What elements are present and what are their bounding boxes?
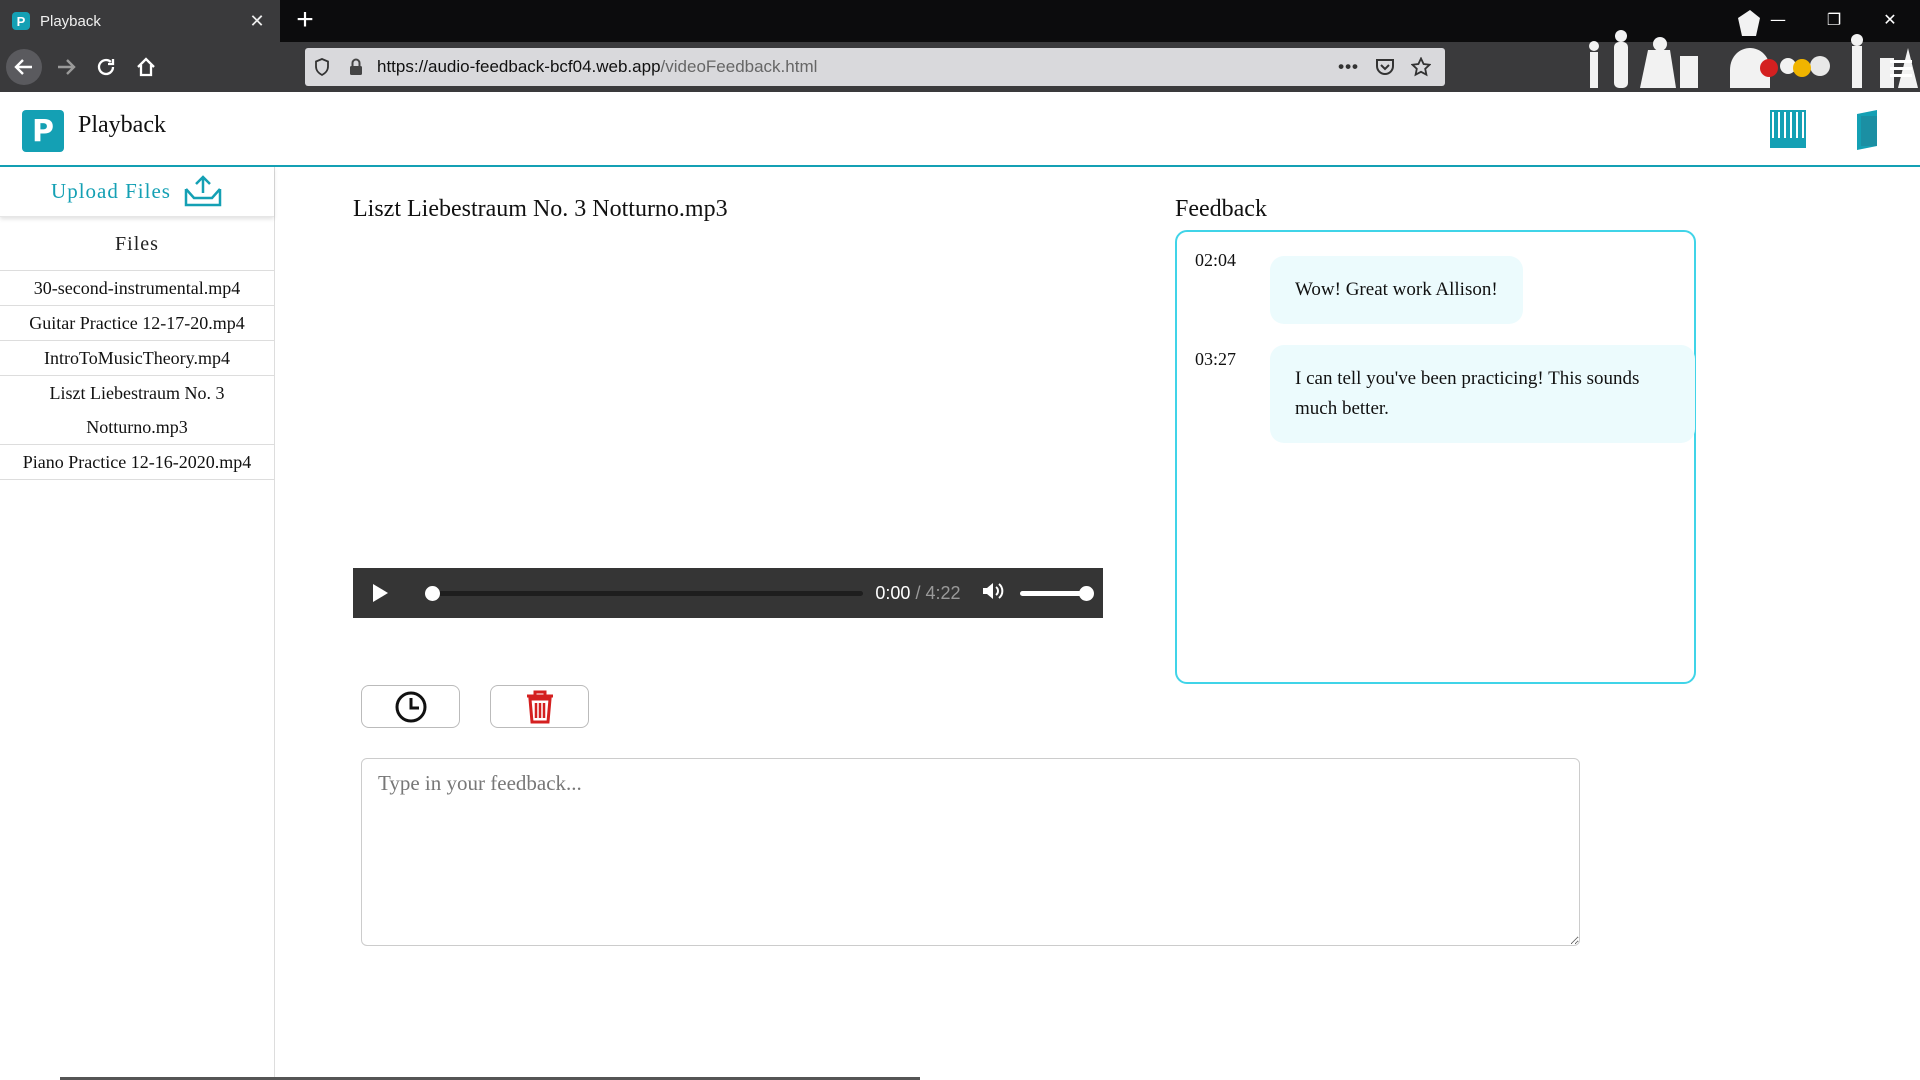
back-button[interactable] — [6, 49, 42, 85]
media-title: Liszt Liebestraum No. 3 Notturno.mp3 — [353, 196, 728, 222]
timestamp-button[interactable] — [361, 685, 460, 728]
close-tab-icon[interactable]: ✕ — [246, 11, 268, 32]
file-list-item-selected[interactable]: Liszt Liebestraum No. 3 Notturno.mp3 — [0, 376, 274, 445]
url-path: /videoFeedback.html — [660, 57, 818, 76]
time-display: 0:00 / 4:22 — [875, 583, 960, 604]
seek-bar[interactable] — [424, 585, 864, 601]
back-arrow-icon — [14, 59, 32, 75]
forward-button[interactable] — [48, 49, 84, 85]
upload-files-label: Upload Files — [51, 179, 171, 203]
feedback-comment: Wow! Great work Allison! — [1270, 256, 1523, 324]
reload-icon — [97, 58, 115, 76]
play-icon — [373, 584, 388, 602]
play-button[interactable] — [369, 578, 399, 608]
mute-button[interactable] — [981, 580, 1007, 607]
delete-button[interactable] — [490, 685, 589, 728]
feedback-timestamp[interactable]: 03:27 — [1195, 349, 1236, 370]
app-logo[interactable]: P — [22, 110, 64, 152]
shield-icon[interactable] — [305, 58, 339, 76]
upload-icon — [184, 174, 222, 206]
feedback-timestamp[interactable]: 02:04 — [1195, 250, 1236, 271]
seek-handle[interactable] — [424, 585, 440, 601]
file-list-item[interactable]: Piano Practice 12-16-2020.mp4 — [0, 445, 274, 480]
url-host: https://audio-feedback-bcf04.web.app — [377, 57, 661, 76]
piano-keys-icon[interactable] — [1770, 110, 1806, 148]
clock-icon — [395, 691, 426, 722]
new-tab-button[interactable]: + — [288, 4, 322, 38]
menu-icon[interactable] — [1890, 60, 1912, 77]
feedback-input[interactable] — [361, 758, 1580, 946]
feedback-comment: I can tell you've been practicing! This … — [1270, 345, 1695, 443]
file-list-item[interactable]: IntroToMusicTheory.mp4 — [0, 341, 274, 376]
lock-icon[interactable] — [339, 58, 373, 76]
volume-slider[interactable] — [1020, 585, 1094, 601]
notebook-icon[interactable] — [1855, 110, 1881, 150]
home-button[interactable] — [128, 49, 164, 85]
home-icon — [137, 57, 155, 77]
pocket-icon[interactable] — [1375, 57, 1395, 77]
app-title: Playback — [78, 112, 166, 138]
feedback-heading: Feedback — [1175, 196, 1267, 222]
duration: / 4:22 — [915, 582, 961, 603]
app-header: P Playback — [0, 92, 1920, 167]
upload-files-button[interactable]: Upload Files — [0, 167, 274, 217]
browser-tab[interactable]: P Playback ✕ — [0, 0, 280, 42]
volume-icon — [982, 582, 1003, 599]
volume-handle[interactable] — [1079, 585, 1094, 601]
star-icon[interactable] — [1411, 57, 1431, 77]
sidebar: Upload Files Files 30-second-instrumenta… — [0, 167, 275, 1080]
url-text[interactable]: https://audio-feedback-bcf04.web.app/vid… — [373, 57, 1338, 77]
trash-icon — [526, 690, 553, 723]
audio-player: 0:00 / 4:22 — [353, 568, 1103, 618]
file-list-item[interactable]: 30-second-instrumental.mp4 — [0, 271, 274, 306]
forward-arrow-icon — [58, 59, 76, 75]
tab-favicon-icon: P — [12, 12, 30, 30]
file-list-item[interactable]: Guitar Practice 12-17-20.mp4 — [0, 306, 274, 341]
feedback-panel[interactable]: 02:04 Wow! Great work Allison! 03:27 I c… — [1175, 230, 1696, 684]
files-heading: Files — [0, 217, 274, 271]
reload-button[interactable] — [88, 49, 124, 85]
url-bar[interactable]: https://audio-feedback-bcf04.web.app/vid… — [305, 48, 1445, 86]
tab-title: Playback — [40, 12, 101, 30]
more-icon[interactable]: ••• — [1338, 57, 1359, 77]
browser-theme-decoration — [1589, 10, 1918, 88]
current-time: 0:00 — [875, 582, 911, 603]
